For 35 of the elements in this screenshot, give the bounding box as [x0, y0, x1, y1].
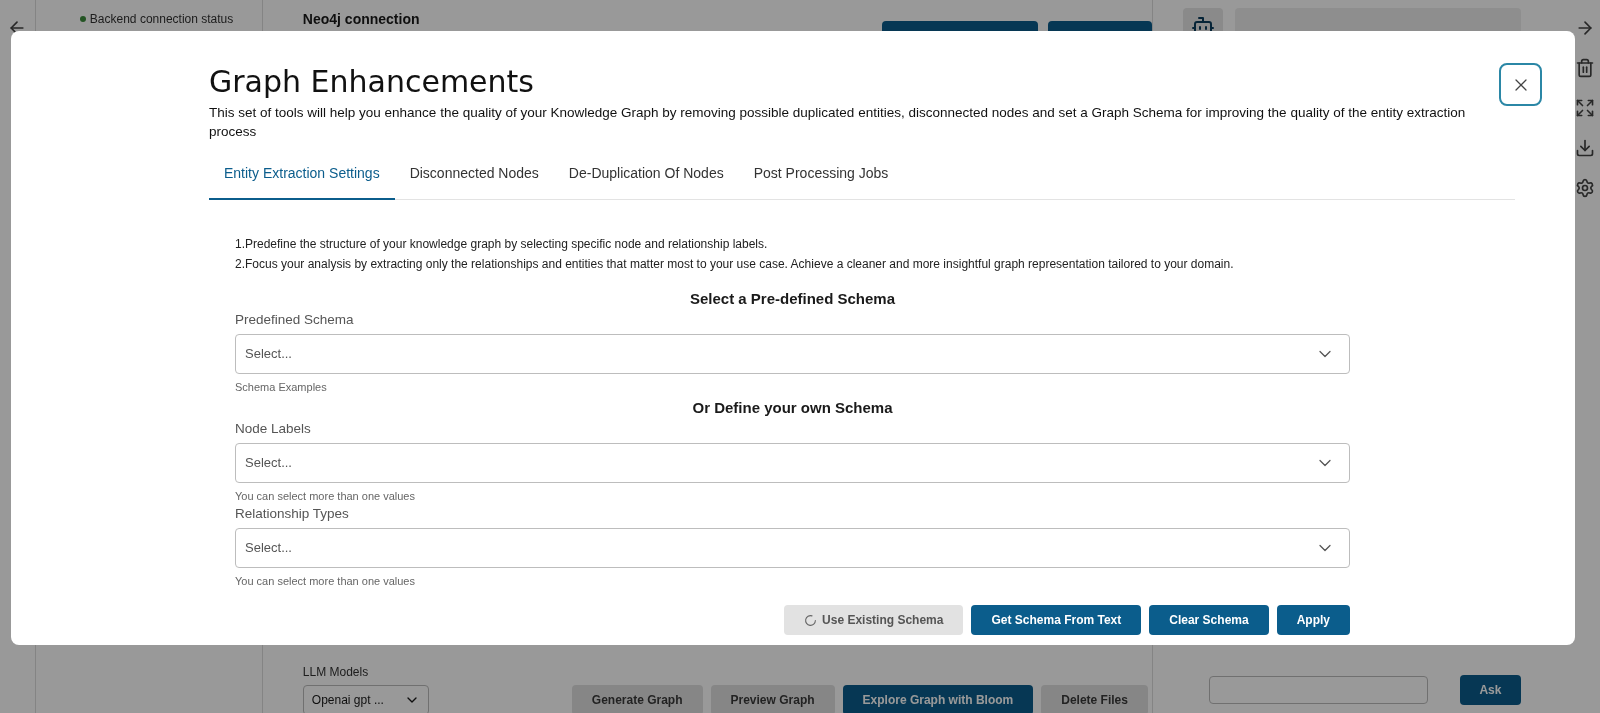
field-hint: You can select more than one values	[235, 574, 416, 589]
tab[interactable]: De-Duplication Of Nodes	[553, 161, 739, 200]
field-hint: You can select more than one values	[235, 489, 416, 504]
field-label: Node Labels	[235, 420, 312, 438]
chat-input[interactable]	[1208, 676, 1428, 704]
dialog-description: This set of tools will help you enhance the quality of your Knowledge Graph by removing possible duplicated entities, disconnected nodes and set a Graph Schema for improving the quality of the entity extraction process	[209, 104, 1467, 141]
section-heading: Select a Pre-defined Schema	[688, 289, 897, 309]
connection-title: Neo4j connection	[302, 10, 420, 29]
llm-model-select[interactable]: Openai gpt ...	[302, 685, 429, 713]
close-button[interactable]	[1499, 63, 1542, 106]
trash-icon[interactable]	[1575, 58, 1596, 78]
schema-button[interactable]: Apply	[1276, 605, 1350, 635]
select-field[interactable]: Select...	[235, 334, 1350, 374]
dialog-title: Graph Enhancements	[209, 63, 535, 101]
select-field[interactable]: Select...	[235, 443, 1350, 483]
field-label: Predefined Schema	[235, 311, 355, 329]
field-hint: Schema Examples	[235, 380, 328, 395]
instruction-text: 1.Predefine the structure of your knowledge graph by selecting specific node and relationship labels.	[235, 236, 769, 253]
spinner-icon	[804, 613, 818, 627]
expand-icon[interactable]	[1575, 98, 1596, 118]
schema-button[interactable]: Get Schema From Text	[971, 605, 1142, 635]
status-label: Backend connection status	[89, 11, 234, 28]
download-icon[interactable]	[1575, 138, 1596, 158]
action-button[interactable]: Explore Graph with Bloom	[842, 685, 1034, 713]
section-heading: Or Define your own Schema	[691, 398, 894, 418]
field-label: Relationship Types	[235, 505, 350, 523]
tab[interactable]: Post Processing Jobs	[738, 161, 904, 200]
schema-button[interactable]: Clear Schema	[1149, 605, 1269, 635]
llm-models-label: LLM Models	[302, 664, 370, 681]
instruction-text: 2.Focus your analysis by extracting only the relationships and entities that matter most to your use case. Achieve a cleaner and more insightful graph representation tailored to your domain.	[235, 256, 1235, 273]
select-field[interactable]: Select...	[235, 528, 1350, 568]
ask-button[interactable]: Ask	[1459, 675, 1521, 705]
settings-icon[interactable]	[1575, 178, 1596, 198]
tab[interactable]: Disconnected Nodes	[394, 161, 554, 200]
tab[interactable]: Entity Extraction Settings	[209, 161, 395, 200]
